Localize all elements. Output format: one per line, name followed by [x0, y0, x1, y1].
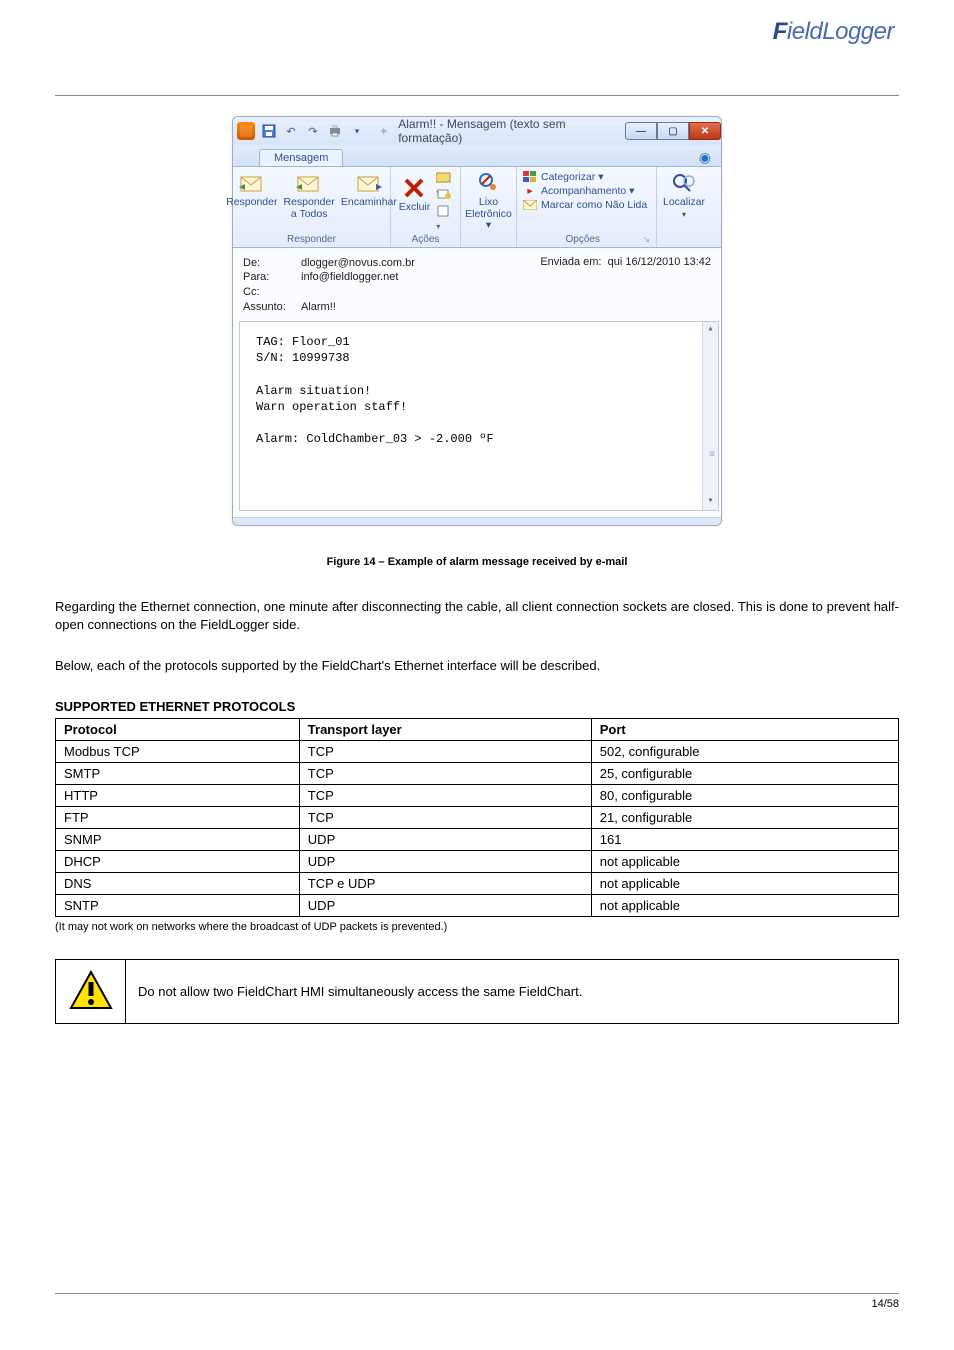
table-row: DNSTCP e UDPnot applicable [56, 872, 899, 894]
tab-mensagem[interactable]: Mensagem [259, 149, 343, 166]
table-row: SNTPUDPnot applicable [56, 894, 899, 916]
body-line: TAG: Floor_01 [256, 334, 702, 350]
scrollbar[interactable]: ▴ ≡ ▾ [702, 322, 718, 510]
table-row: HTTPTCP80, configurable [56, 784, 899, 806]
help-icon[interactable]: ◉ [699, 149, 715, 166]
mark-unread-button[interactable]: Marcar como Não Lida [523, 199, 650, 211]
reply-button[interactable]: Responder [226, 171, 277, 209]
redo-icon[interactable]: ↷ [305, 123, 321, 139]
message-body: TAG: Floor_01 S/N: 10999738 Alarm situat… [239, 321, 719, 511]
column-header: Port [591, 718, 898, 740]
subject-value: Alarm!! [301, 300, 336, 315]
delete-button[interactable]: Excluir [399, 176, 431, 214]
warning-icon-cell [56, 959, 126, 1023]
to-value: info@fieldlogger.net [301, 270, 398, 285]
table-note: (It may not work on networks where the b… [55, 921, 899, 933]
header-rule [55, 95, 899, 96]
subject-label: Assunto: [243, 300, 295, 315]
message-header: De: dlogger@novus.com.br Para: info@fieldl… [233, 248, 721, 321]
body-line: Warn operation staff! [256, 399, 702, 415]
protocols-table: Protocol Transport layer Port Modbus TCP… [55, 718, 899, 917]
ribbon-tabs: Mensagem ◉ [233, 145, 721, 167]
table-row: Protocol Transport layer Port [56, 718, 899, 740]
group-label-junk [467, 232, 510, 245]
email-window: ↶ ↷ ▾ ✦ Alarm!! - Mensagem (texto sem fo… [232, 116, 722, 526]
move-icon[interactable]: ▾ [436, 171, 452, 185]
warning-box: Do not allow two FieldChart HMI simultan… [55, 959, 899, 1024]
page-number: 14/58 [871, 1298, 899, 1310]
print-icon[interactable] [327, 123, 343, 139]
table-row: DHCPUDPnot applicable [56, 850, 899, 872]
table-row: Modbus TCPTCP502, configurable [56, 740, 899, 762]
page-footer: 14/58 [55, 1293, 899, 1310]
scroll-up-icon[interactable]: ▴ [703, 322, 718, 338]
rules-icon[interactable] [436, 188, 452, 202]
table-row: SNMPUDP161 [56, 828, 899, 850]
from-label: De: [243, 256, 295, 271]
warning-text: Do not allow two FieldChart HMI simultan… [126, 959, 899, 1023]
more-icon[interactable]: ▾ [349, 123, 365, 139]
reply-all-button[interactable]: Respondera Todos [283, 171, 334, 220]
sent-value: qui 16/12/2010 13:42 [608, 256, 711, 268]
group-label-actions: Ações [397, 232, 454, 245]
column-header: Protocol [56, 718, 300, 740]
cc-label: Cc: [243, 285, 295, 300]
actions-side-buttons: ▾ ▾ [436, 171, 452, 219]
maximize-button[interactable]: ▢ [657, 122, 689, 140]
table-row: FTPTCP21, configurable [56, 806, 899, 828]
minimize-button[interactable]: — [625, 122, 657, 140]
window-title: Alarm!! - Mensagem (texto sem formatação… [392, 117, 625, 145]
junk-button[interactable]: LixoEletrônico ▾ [465, 171, 512, 232]
window-footer [233, 517, 721, 525]
office-icon[interactable] [237, 122, 255, 140]
group-options: Categorizar ▾ ▸Acompanhamento ▾ Marcar c… [517, 167, 657, 247]
save-icon[interactable] [261, 123, 277, 139]
title-bar: ↶ ↷ ▾ ✦ Alarm!! - Mensagem (texto sem fo… [233, 117, 721, 145]
forward-button[interactable]: Encaminhar [341, 171, 397, 209]
scroll-down-icon[interactable]: ▾ [703, 494, 718, 510]
group-label-responder: Responder [239, 232, 384, 245]
ribbon: Responder Respondera Todos Encaminhar Re… [233, 167, 721, 248]
group-label-find [663, 232, 705, 245]
section-heading: SUPPORTED ETHERNET PROTOCOLS [55, 699, 899, 714]
from-value: dlogger@novus.com.br [301, 256, 415, 271]
group-responder: Responder Respondera Todos Encaminhar Re… [233, 167, 391, 247]
window-controls: — ▢ ✕ [625, 122, 721, 140]
group-actions: Excluir ▾ ▾ Ações [391, 167, 461, 247]
body-line: Alarm situation! [256, 383, 702, 399]
undo-icon[interactable]: ↶ [283, 123, 299, 139]
brand-logo: FieldLogger [773, 18, 894, 46]
body-line: Alarm: ColdChamber_03 > -2.000 ºF [256, 431, 702, 447]
other-actions-icon[interactable]: ▾ [436, 205, 452, 219]
body-line: S/N: 10999738 [256, 350, 702, 366]
warning-icon [69, 970, 113, 1013]
paragraph: Below, each of the protocols supported b… [55, 657, 899, 675]
quick-access-toolbar: ↶ ↷ ▾ [261, 123, 375, 139]
sent-label: Enviada em: [540, 256, 601, 268]
document-page: FieldLogger ↶ ↷ ▾ ✦ Alarm!! - Mensagem (… [0, 0, 954, 1350]
to-label: Para: [243, 270, 295, 285]
paragraph: Regarding the Ethernet connection, one m… [55, 598, 899, 633]
group-label-options: Opções↘ [523, 232, 650, 245]
group-find: Localizar▾ [657, 167, 711, 247]
figure-caption: Figure 14 – Example of alarm message rec… [55, 556, 899, 568]
column-header: Transport layer [299, 718, 591, 740]
table-row: SMTPTCP25, configurable [56, 762, 899, 784]
followup-button[interactable]: ▸Acompanhamento ▾ [523, 185, 650, 197]
group-junk: LixoEletrônico ▾ [461, 167, 517, 247]
categorize-button[interactable]: Categorizar ▾ [523, 171, 650, 183]
separator: ✦ [379, 125, 388, 138]
dialog-launcher-icon[interactable]: ↘ [642, 234, 650, 245]
find-button[interactable]: Localizar▾ [663, 171, 705, 220]
close-button[interactable]: ✕ [689, 122, 721, 140]
